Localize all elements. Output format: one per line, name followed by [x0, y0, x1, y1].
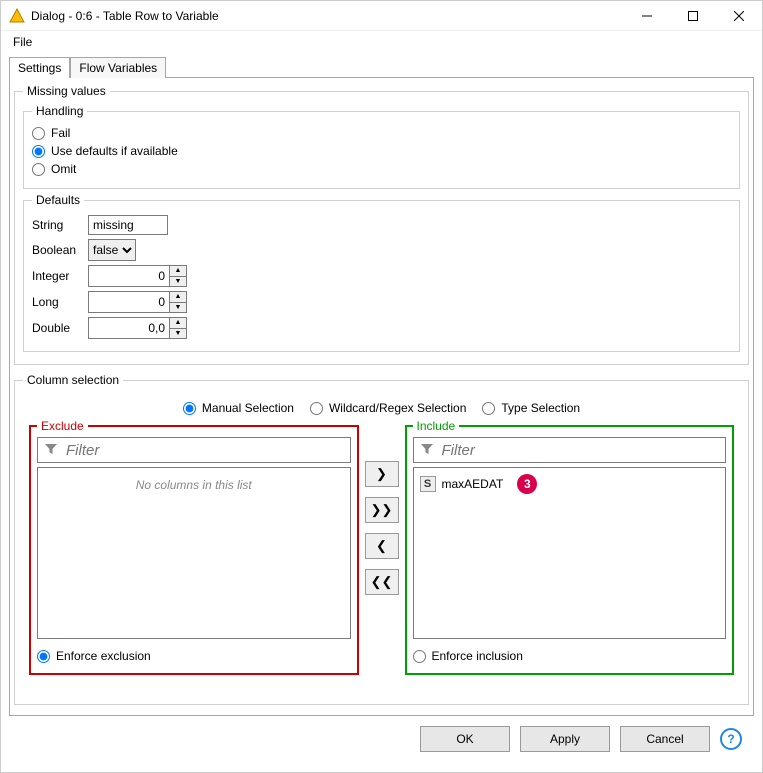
window-title: Dialog - 0:6 - Table Row to Variable	[31, 9, 219, 23]
close-button[interactable]	[716, 1, 762, 30]
column-selection-group: Column selection Manual Selection Wildca…	[14, 373, 749, 705]
cancel-button[interactable]: Cancel	[620, 726, 710, 752]
defaults-group: Defaults String Boolean false Integer	[23, 193, 740, 352]
exclude-title: Exclude	[37, 419, 88, 433]
string-label: String	[32, 218, 88, 232]
tab-body-settings: Missing values Handling Fail Use default…	[9, 77, 754, 716]
callout-badge: 3	[517, 474, 537, 494]
double-label: Double	[32, 321, 88, 335]
minimize-button[interactable]	[624, 1, 670, 30]
list-item[interactable]: S maxAEDAT 3	[418, 472, 722, 496]
help-button[interactable]: ?	[720, 728, 742, 750]
list-item-label: maxAEDAT	[442, 477, 504, 491]
move-right-button[interactable]: ❯	[365, 461, 399, 487]
missing-values-legend: Missing values	[23, 84, 110, 98]
handling-group: Handling Fail Use defaults if available …	[23, 104, 740, 189]
type-badge-icon: S	[420, 476, 436, 492]
handling-fail-label: Fail	[51, 126, 70, 140]
integer-spinner[interactable]: ▲ ▼	[88, 265, 187, 287]
maximize-button[interactable]	[670, 1, 716, 30]
long-down[interactable]: ▼	[170, 302, 186, 313]
exclude-empty-text: No columns in this list	[42, 472, 346, 492]
enforce-exclusion-radio[interactable]	[37, 650, 50, 663]
defaults-legend: Defaults	[32, 193, 84, 207]
integer-label: Integer	[32, 269, 88, 283]
double-up[interactable]: ▲	[170, 318, 186, 328]
integer-up[interactable]: ▲	[170, 266, 186, 276]
mode-manual-label: Manual Selection	[202, 401, 294, 415]
double-input[interactable]	[89, 318, 169, 338]
column-selection-body: Exclude No columns in this list Enforce …	[23, 425, 740, 675]
dialog-footer: OK Apply Cancel ?	[9, 716, 754, 764]
window-controls	[624, 1, 762, 30]
move-all-right-button[interactable]: ❯❯	[365, 497, 399, 523]
exclude-filter-input[interactable]	[64, 441, 344, 460]
apply-button[interactable]: Apply	[520, 726, 610, 752]
filter-icon	[420, 442, 434, 459]
mode-type-radio[interactable]	[482, 402, 495, 415]
include-filter-input[interactable]	[440, 441, 720, 460]
tabs: Settings Flow Variables	[9, 57, 754, 78]
include-list[interactable]: S maxAEDAT 3	[413, 467, 727, 639]
mode-regex-radio[interactable]	[310, 402, 323, 415]
mode-manual-radio[interactable]	[183, 402, 196, 415]
column-selection-legend: Column selection	[23, 373, 123, 387]
handling-fail-radio[interactable]	[32, 127, 45, 140]
enforce-inclusion-label: Enforce inclusion	[432, 649, 523, 663]
tab-settings[interactable]: Settings	[9, 57, 70, 78]
boolean-label: Boolean	[32, 243, 88, 257]
menu-file[interactable]: File	[7, 33, 38, 51]
include-title: Include	[413, 419, 460, 433]
handling-omit-radio[interactable]	[32, 163, 45, 176]
handling-defaults-radio[interactable]	[32, 145, 45, 158]
long-label: Long	[32, 295, 88, 309]
double-down[interactable]: ▼	[170, 328, 186, 339]
titlebar: Dialog - 0:6 - Table Row to Variable	[1, 1, 762, 31]
app-icon	[9, 8, 25, 24]
handling-omit-label: Omit	[51, 162, 76, 176]
exclude-panel: Exclude No columns in this list Enforce …	[29, 425, 359, 675]
menubar: File	[1, 31, 762, 53]
enforce-exclusion-label: Enforce exclusion	[56, 649, 151, 663]
include-filter[interactable]	[413, 437, 727, 463]
enforce-inclusion-radio[interactable]	[413, 650, 426, 663]
include-panel: Include S maxAEDAT 3	[405, 425, 735, 675]
exclude-filter[interactable]	[37, 437, 351, 463]
ok-button[interactable]: OK	[420, 726, 510, 752]
long-spinner[interactable]: ▲ ▼	[88, 291, 187, 313]
move-all-left-button[interactable]: ❮❮	[365, 569, 399, 595]
double-spinner[interactable]: ▲ ▼	[88, 317, 187, 339]
long-up[interactable]: ▲	[170, 292, 186, 302]
mode-regex-label: Wildcard/Regex Selection	[329, 401, 466, 415]
missing-values-group: Missing values Handling Fail Use default…	[14, 84, 749, 365]
handling-defaults-label: Use defaults if available	[51, 144, 178, 158]
transfer-buttons: ❯ ❯❯ ❮ ❮❮	[365, 425, 399, 675]
long-input[interactable]	[89, 292, 169, 312]
exclude-list[interactable]: No columns in this list	[37, 467, 351, 639]
handling-legend: Handling	[32, 104, 87, 118]
tab-flow-variables[interactable]: Flow Variables	[70, 57, 166, 78]
boolean-select[interactable]: false	[88, 239, 136, 261]
content-area: Settings Flow Variables Missing values H…	[1, 53, 762, 772]
string-input[interactable]	[88, 215, 168, 235]
mode-type-label: Type Selection	[501, 401, 580, 415]
integer-down[interactable]: ▼	[170, 276, 186, 287]
integer-input[interactable]	[89, 266, 169, 286]
selection-mode-row: Manual Selection Wildcard/Regex Selectio…	[23, 391, 740, 425]
move-left-button[interactable]: ❮	[365, 533, 399, 559]
filter-icon	[44, 442, 58, 459]
